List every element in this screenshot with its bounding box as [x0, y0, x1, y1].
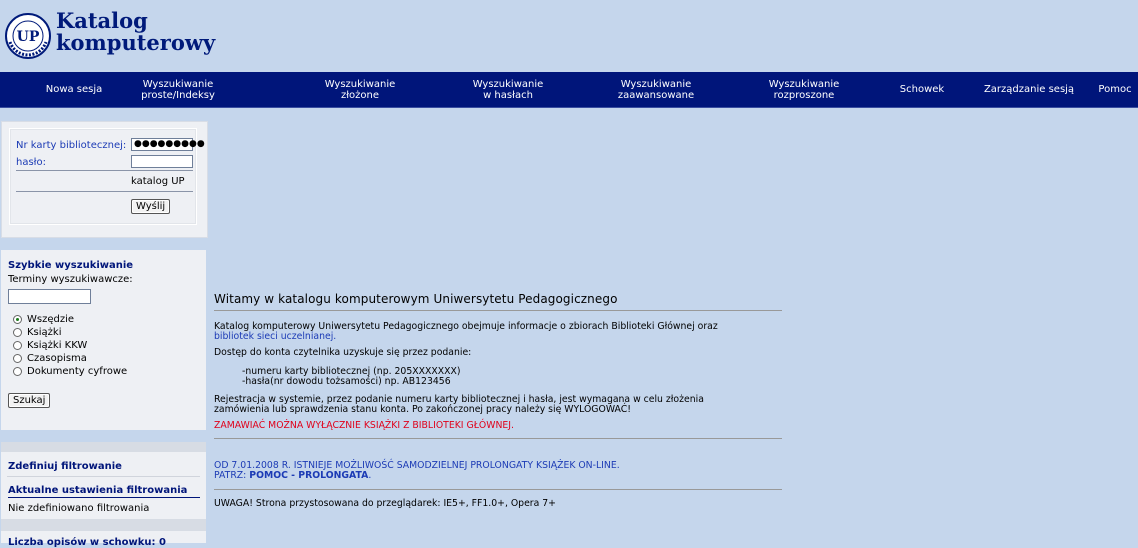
- nav-keyword-search[interactable]: Wyszukiwanie w hasłach: [448, 72, 568, 107]
- quick-search-button[interactable]: Szukaj: [8, 393, 51, 408]
- current-filter-heading: Aktualne ustawienia filtrowania: [8, 485, 200, 498]
- search-scope-journals[interactable]: Czasopisma: [13, 353, 87, 364]
- catalog-title: Katalog komputerowy: [56, 10, 215, 54]
- catalog-title-line1: Katalog: [56, 8, 148, 33]
- password-field[interactable]: [131, 155, 193, 168]
- nav-complex-search[interactable]: Wyszukiwanie złożone: [300, 72, 420, 107]
- search-scope-books-kkw[interactable]: Książki KKW: [13, 340, 87, 351]
- nav-help[interactable]: Pomoc: [1092, 72, 1138, 107]
- radio-label: Wszędzie: [27, 314, 75, 325]
- branch-libraries-link[interactable]: bibliotek sieci uczelnianej.: [214, 332, 782, 342]
- define-filter-link[interactable]: Zdefiniuj filtrowanie: [8, 461, 122, 472]
- search-scope-everywhere[interactable]: Wszędzie: [13, 314, 74, 325]
- search-scope-digital-documents[interactable]: Dokumenty cyfrowe: [13, 366, 127, 377]
- card-number-field[interactable]: ●●●●●●●●●: [131, 138, 205, 151]
- radio-label: Książki KKW: [27, 340, 88, 351]
- nav-advanced-search[interactable]: Wyszukiwanie zaawansowane: [596, 72, 716, 107]
- filter-divider: [7, 476, 200, 477]
- welcome-content: Witamy w katalogu komputerowym Uniwersyt…: [214, 292, 782, 509]
- search-terms-label: Terminy wyszukiwawcze:: [8, 274, 133, 285]
- login-divider: [16, 170, 193, 171]
- main-nav: Nowa sesja Wyszukiwanie proste/Indeksy W…: [0, 72, 1138, 108]
- content-divider: [214, 438, 782, 439]
- filter-bottom-separator: [1, 519, 206, 531]
- card-number-label: Nr karty bibliotecznej:: [16, 140, 127, 151]
- filter-panel: Zdefiniuj filtrowanie Aktualne ustawieni…: [1, 442, 206, 548]
- quick-search-panel: Szybkie wyszukiwanie Terminy wyszukiwawc…: [1, 250, 206, 430]
- radio-label: Dokumenty cyfrowe: [27, 366, 128, 377]
- nav-distributed-search[interactable]: Wyszukiwanie rozproszone: [744, 72, 864, 107]
- radio-label: Książki: [27, 327, 62, 338]
- browser-compatibility-note: UWAGA! Strona przystosowana do przegląda…: [214, 498, 556, 509]
- registration-line2: zamówienia lub sprawdzenia stanu konta. …: [214, 404, 631, 415]
- search-terms-input[interactable]: [8, 289, 91, 304]
- radio-label: Czasopisma: [27, 353, 87, 364]
- access-item-password: -hasła(nr dowodu tożsamości) np. AB12345…: [242, 376, 451, 387]
- catalog-label: katalog UP: [131, 176, 185, 187]
- page-title: Witamy w katalogu komputerowym Uniwersyt…: [214, 292, 782, 311]
- svg-text:UP: UP: [17, 29, 40, 45]
- password-label: hasło:: [16, 157, 47, 168]
- content-divider-2: [214, 489, 782, 490]
- radio-icon[interactable]: [13, 354, 22, 363]
- radio-icon[interactable]: [13, 367, 22, 376]
- order-notice: ZAMAWIAĆ MOŻNA WYŁĄCZNIE KSIĄŻKI Z BIBLI…: [214, 420, 514, 431]
- radio-selected-icon[interactable]: [13, 315, 22, 324]
- prolongation-see: PATRZ: POMOC - PROLONGATA.: [214, 471, 782, 481]
- quick-search-title: Szybkie wyszukiwanie: [8, 260, 134, 271]
- radio-icon[interactable]: [13, 341, 22, 350]
- login-panel: Nr karty bibliotecznej: ●●●●●●●●● hasło:…: [1, 121, 208, 238]
- login-divider-bottom: [16, 191, 193, 192]
- filter-top-separator: [1, 442, 206, 452]
- prolongation-suffix: .: [368, 470, 372, 481]
- site-logo[interactable]: UP Katalog komputerowy: [4, 10, 215, 60]
- radio-icon[interactable]: [13, 328, 22, 337]
- current-filter-value: Nie zdefiniowano filtrowania: [8, 503, 150, 514]
- login-form: Nr karty bibliotecznej: ●●●●●●●●● hasło:…: [9, 128, 205, 225]
- catalog-title-line2: komputerowy: [56, 30, 216, 55]
- nav-session-management[interactable]: Zarządzanie sesją: [970, 72, 1088, 107]
- university-emblem-icon: UP: [4, 12, 52, 60]
- nav-clipboard[interactable]: Schowek: [888, 72, 956, 107]
- login-submit-button[interactable]: Wyślij: [131, 199, 171, 214]
- nav-simple-search[interactable]: Wyszukiwanie proste/Indeksy: [120, 72, 236, 107]
- help-prolongation-link[interactable]: POMOC - PROLONGATA: [249, 470, 368, 481]
- prolongation-prefix: PATRZ:: [214, 470, 250, 481]
- search-scope-books[interactable]: Książki: [13, 327, 62, 338]
- nav-new-session[interactable]: Nowa sesja: [26, 72, 122, 107]
- access-text: Dostęp do konta czytelnika uzyskuje się …: [214, 347, 472, 358]
